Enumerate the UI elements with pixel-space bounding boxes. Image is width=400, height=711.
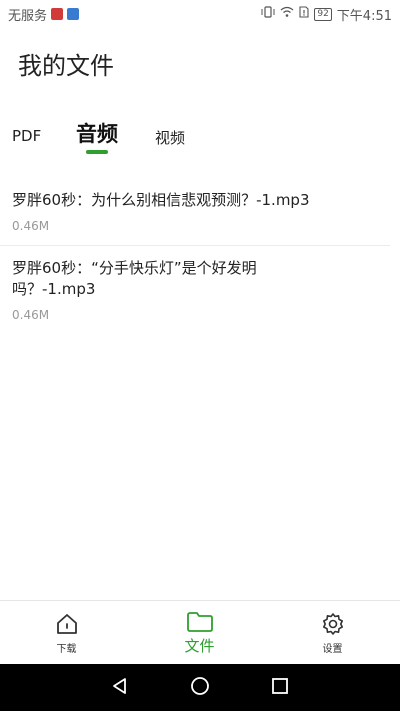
list-item[interactable]: 罗胖60秒：“分手快乐灯”是个好发明吗？-1.mp3 0.46M	[0, 246, 390, 334]
list-item[interactable]: 罗胖60秒：为什么别相信悲观预测？-1.mp3 0.46M	[0, 178, 390, 246]
folder-icon	[186, 611, 214, 633]
vibrate-icon	[261, 6, 275, 22]
sim-alert-icon	[299, 6, 309, 22]
battery-indicator: 92	[314, 7, 332, 21]
recents-icon[interactable]	[270, 676, 290, 700]
file-size: 0.46M	[12, 308, 50, 322]
notification-app-icon	[51, 8, 64, 20]
tab-audio[interactable]: 音频	[76, 118, 118, 148]
back-icon[interactable]	[110, 676, 130, 700]
home-circle-icon[interactable]	[190, 676, 210, 700]
file-list: 罗胖60秒：为什么别相信悲观预测？-1.mp3 0.46M 罗胖60秒：“分手快…	[0, 178, 400, 334]
nav-settings[interactable]: 设置	[266, 601, 399, 665]
clock-text: 下午4:51	[336, 8, 392, 24]
file-name: 罗胖60秒：“分手快乐灯”是个好发明吗？-1.mp3	[12, 259, 257, 298]
status-left: 无服务	[8, 5, 80, 24]
gear-icon	[321, 612, 345, 636]
file-name: 罗胖60秒：为什么别相信悲观预测？-1.mp3	[12, 191, 310, 209]
bottom-nav: 下载 文件 设置	[0, 600, 400, 664]
nav-download[interactable]: 下载	[0, 601, 133, 665]
nav-files[interactable]: 文件	[133, 601, 266, 665]
wifi-icon	[280, 6, 294, 22]
page-title: 我的文件	[18, 52, 114, 80]
notification-app-icon	[67, 8, 80, 20]
tab-bar: PDF 音频 视频	[0, 110, 400, 160]
home-icon	[55, 612, 79, 636]
file-size: 0.46M	[12, 219, 50, 233]
nav-files-label: 文件	[184, 636, 215, 655]
system-nav-bar	[0, 664, 400, 711]
nav-settings-label: 设置	[322, 643, 343, 655]
tab-pdf[interactable]: PDF	[12, 127, 41, 145]
status-right: 92 下午4:51	[261, 5, 392, 24]
carrier-text: 无服务	[8, 8, 48, 24]
tab-video[interactable]: 视频	[155, 127, 185, 148]
nav-download-label: 下载	[56, 643, 77, 655]
active-tab-indicator	[86, 150, 108, 154]
status-bar: 无服务 92 下午4:51	[0, 0, 400, 28]
